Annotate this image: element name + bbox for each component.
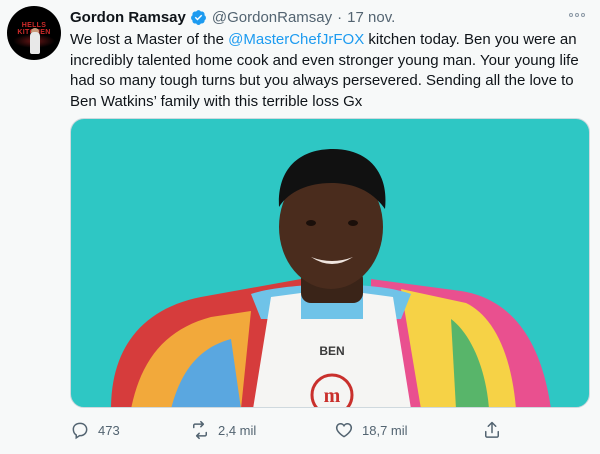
mention-link[interactable]: @MasterChefJrFOX (228, 31, 364, 48)
tweet-text-before: We lost a Master of the (70, 31, 229, 48)
tweet-header: Gordon Ramsay @GordonRamsay · 17 nov. (70, 7, 395, 27)
handle[interactable]: @GordonRamsay (212, 9, 332, 26)
more-dot (575, 13, 579, 17)
avatar[interactable]: HELLS KITCHEN (7, 6, 61, 60)
left-eye (306, 220, 316, 226)
tweet-text: We lost a Master of the @MasterChefJrFOX… (70, 30, 585, 112)
like-count: 18,7 mil (362, 422, 408, 438)
avatar-figure (30, 32, 40, 54)
tweet-date[interactable]: 17 nov. (347, 9, 395, 26)
verified-badge-icon (190, 9, 206, 25)
tweet-photo[interactable]: BEN m (70, 118, 590, 408)
like-button[interactable]: 18,7 mil (334, 418, 408, 442)
retweet-icon (193, 420, 207, 440)
more-dot (569, 13, 573, 17)
tweet-actions: 473 2,4 mil 18,7 mil (70, 418, 590, 442)
tweet: HELLS KITCHEN Gordon Ramsay @GordonRamsa… (0, 0, 600, 454)
apron-name: BEN (319, 344, 344, 358)
photo-illustration: BEN m (111, 149, 551, 407)
reply-icon (72, 422, 88, 440)
share-icon (485, 421, 499, 438)
more-icon[interactable] (569, 10, 587, 20)
reply-button[interactable]: 473 (70, 418, 120, 442)
reply-count: 473 (98, 422, 120, 438)
display-name[interactable]: Gordon Ramsay (70, 9, 186, 26)
retweet-button[interactable]: 2,4 mil (190, 418, 256, 442)
more-dot (581, 13, 585, 17)
retweet-count: 2,4 mil (218, 422, 257, 438)
separator-dot: · (337, 8, 343, 26)
apron-logo-letter: m (324, 385, 341, 407)
heart-icon (335, 422, 353, 438)
right-eye (348, 220, 358, 226)
share-button[interactable] (482, 418, 502, 442)
